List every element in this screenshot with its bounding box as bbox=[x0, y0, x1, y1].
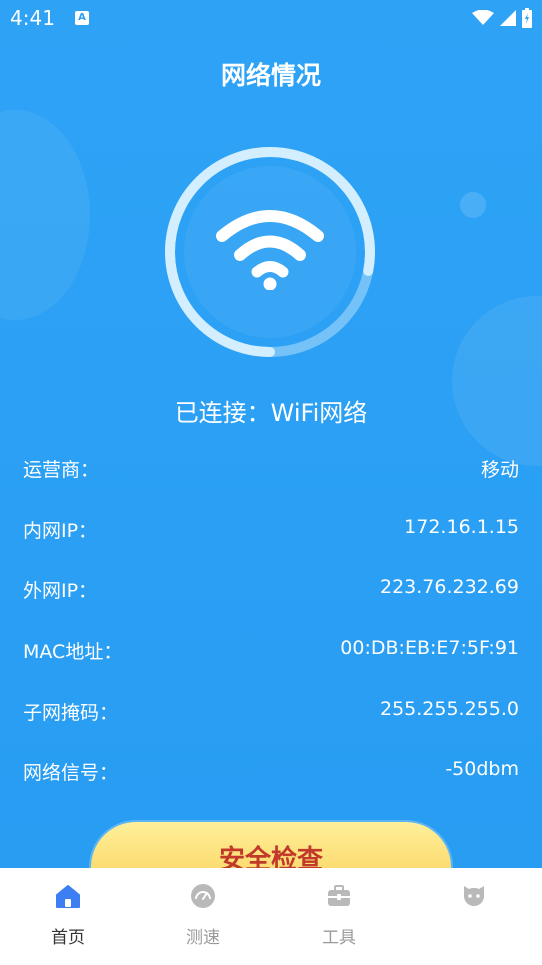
info-label: MAC地址： bbox=[23, 641, 123, 663]
face-icon bbox=[464, 886, 484, 906]
tab-label: 首页 bbox=[51, 928, 85, 948]
decor-circle-right bbox=[452, 296, 542, 466]
tab-profile[interactable] bbox=[424, 868, 524, 965]
info-label: 运营商： bbox=[23, 459, 100, 481]
connection-status: 已连接：WiFi网络 bbox=[174, 399, 368, 427]
page-title: 网络情况 bbox=[220, 61, 321, 90]
wifi-icon bbox=[216, 210, 324, 290]
info-row-signal: 网络信号： -50dbm bbox=[23, 758, 519, 788]
status-icons bbox=[472, 8, 532, 28]
connection-ring bbox=[164, 146, 376, 358]
info-value: 172.16.1.15 bbox=[404, 516, 519, 538]
tab-label: 测速 bbox=[186, 928, 220, 948]
info-label: 内网IP： bbox=[23, 520, 98, 542]
info-row-external-ip: 外网IP： 223.76.232.69 bbox=[23, 576, 519, 606]
wifi-icon bbox=[472, 10, 494, 25]
info-value: 255.255.255.0 bbox=[379, 698, 519, 720]
info-row-subnet: 子网掩码： 255.255.255.0 bbox=[23, 698, 519, 728]
speedometer-icon bbox=[191, 884, 215, 908]
info-value: 00:DB:EB:E7:5F:91 bbox=[340, 637, 519, 659]
info-label: 子网掩码： bbox=[23, 702, 119, 724]
signal-icon bbox=[500, 10, 516, 26]
info-label: 网络信号： bbox=[23, 762, 119, 784]
decor-dot bbox=[460, 192, 486, 218]
screen: 4:41 A 网络情况 已连接：WiFi网络 运营商： 移动 内网IP： 172… bbox=[0, 0, 542, 965]
status-bar: 4:41 A bbox=[0, 0, 542, 36]
info-row-carrier: 运营商： 移动 bbox=[23, 455, 519, 485]
home-icon bbox=[56, 885, 80, 908]
tab-speedtest[interactable]: 测速 bbox=[153, 868, 253, 965]
info-value: 移动 bbox=[480, 459, 519, 481]
a-icon: A bbox=[75, 11, 89, 25]
battery-icon bbox=[522, 8, 532, 28]
bottom-tab-bar: 首页 测速 工具 bbox=[0, 868, 542, 965]
info-value: -50dbm bbox=[445, 758, 519, 780]
tab-tools[interactable]: 工具 bbox=[289, 868, 389, 965]
decor-circle-left bbox=[0, 110, 90, 320]
info-row-mac: MAC地址： 00:DB:EB:E7:5F:91 bbox=[23, 637, 519, 667]
tab-label: 工具 bbox=[322, 928, 356, 948]
info-value: 223.76.232.69 bbox=[379, 576, 519, 598]
tab-home[interactable]: 首页 bbox=[18, 868, 118, 965]
info-label: 外网IP： bbox=[23, 580, 98, 602]
toolbox-icon bbox=[328, 885, 350, 906]
info-row-internal-ip: 内网IP： 172.16.1.15 bbox=[23, 516, 519, 546]
status-time: 4:41 bbox=[10, 6, 55, 30]
